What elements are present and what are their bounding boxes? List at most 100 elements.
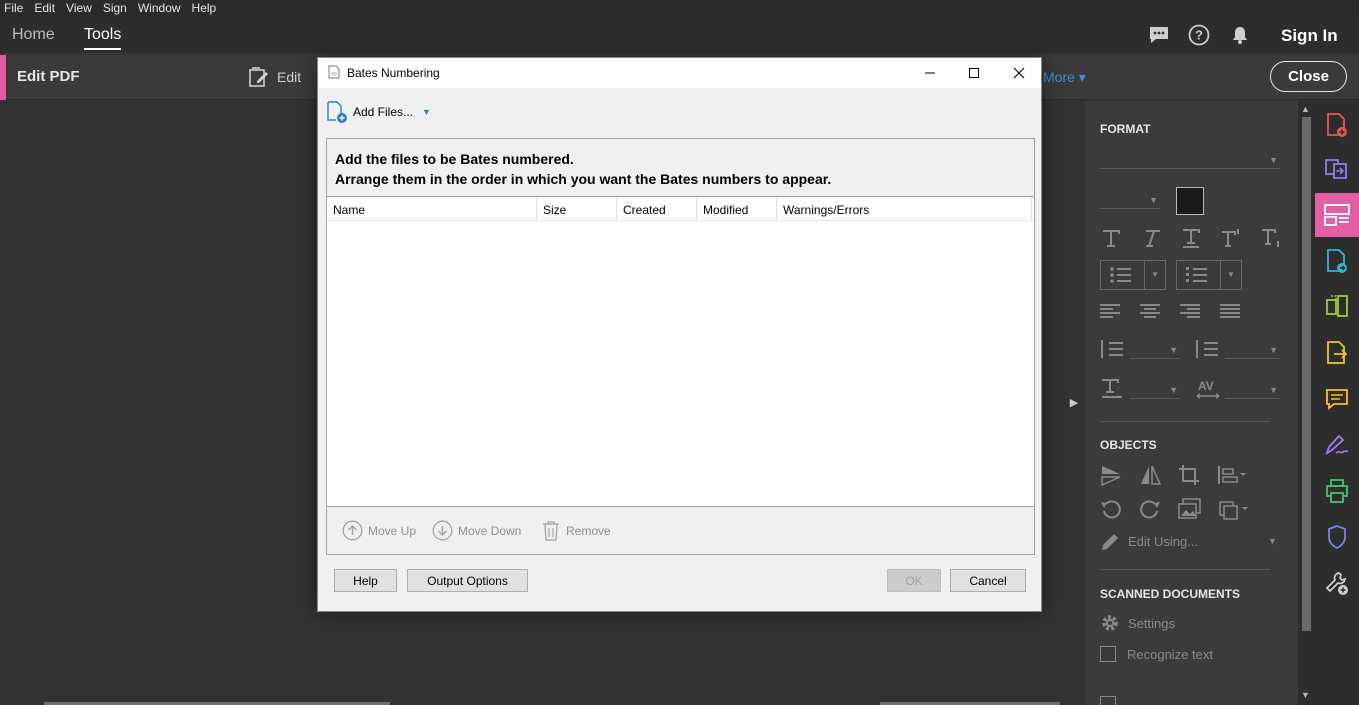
column-modified[interactable]: Modified xyxy=(697,197,777,221)
panel-collapse-arrow-icon[interactable]: ▶ xyxy=(1067,392,1081,412)
flip-vertical-icon[interactable] xyxy=(1100,464,1122,486)
edit-button[interactable]: Edit xyxy=(247,65,301,89)
divider xyxy=(1100,569,1270,570)
align-center-icon[interactable] xyxy=(1140,303,1160,319)
character-scale-dropdown[interactable]: ▼ xyxy=(1130,381,1180,399)
chevron-down-icon: ▼ xyxy=(1269,345,1278,355)
customize-tools[interactable] xyxy=(1315,561,1359,605)
font-size-dropdown[interactable]: ▼ xyxy=(1100,191,1160,209)
arrange-objects-icon[interactable] xyxy=(1217,464,1247,486)
alignment-row xyxy=(1100,303,1240,319)
chevron-down-icon: ▼ xyxy=(1169,385,1178,395)
scroll-up-icon[interactable]: ▲ xyxy=(1301,104,1310,114)
close-tool-button[interactable]: Close xyxy=(1270,61,1347,92)
rotate-clockwise-icon[interactable] xyxy=(1139,498,1161,520)
crop-icon[interactable] xyxy=(1178,464,1200,486)
menu-view[interactable]: View xyxy=(62,1,99,15)
export-pdf-icon xyxy=(1327,249,1347,273)
output-options-button[interactable]: Output Options xyxy=(407,569,528,592)
protect-tool[interactable] xyxy=(1315,515,1359,559)
move-down-button[interactable]: Move Down xyxy=(432,520,521,541)
paragraph-spacing-icon[interactable] xyxy=(1195,339,1219,359)
paragraph-spacing-dropdown[interactable]: ▼ xyxy=(1225,341,1280,359)
move-up-button[interactable]: Move Up xyxy=(342,520,416,541)
edit-using-dropdown[interactable]: Edit Using... ▼ xyxy=(1100,531,1280,553)
dialog-titlebar: Bates Numbering xyxy=(318,58,1041,88)
format-panel-scrollbar[interactable]: ▲ ▼ xyxy=(1298,101,1315,705)
file-list-table[interactable]: Name Size Created Modified Warnings/Erro… xyxy=(326,196,1035,507)
line-spacing-icon[interactable] xyxy=(1100,339,1124,359)
organize-pages-tool[interactable] xyxy=(1315,285,1359,329)
maximize-button[interactable] xyxy=(964,63,984,83)
add-files-label: Add Files... xyxy=(353,105,414,119)
close-dialog-button[interactable] xyxy=(1009,63,1029,83)
text-normal-icon[interactable] xyxy=(1100,227,1122,249)
menu-help[interactable]: Help xyxy=(188,1,224,15)
sign-in-button[interactable]: Sign In xyxy=(1281,26,1338,46)
scrollbar-thumb[interactable] xyxy=(1302,117,1311,631)
column-name[interactable]: Name xyxy=(327,197,537,221)
text-color-swatch[interactable] xyxy=(1176,187,1204,215)
help-button[interactable]: Help xyxy=(334,569,397,592)
export-pdf-tool[interactable] xyxy=(1315,239,1359,283)
text-subscript-icon[interactable] xyxy=(1260,227,1282,249)
recognize-text-option[interactable]: Recognize text xyxy=(1100,645,1213,663)
create-pdf-tool[interactable] xyxy=(1315,103,1359,147)
chat-icon[interactable] xyxy=(1148,24,1170,46)
character-scale-icon[interactable] xyxy=(1100,378,1124,400)
align-justify-icon[interactable] xyxy=(1220,303,1240,319)
text-italic-icon[interactable] xyxy=(1140,227,1162,249)
character-spacing-icon[interactable]: AV xyxy=(1195,378,1221,400)
menu-file[interactable]: File xyxy=(0,1,30,15)
rotate-counterclockwise-icon[interactable] xyxy=(1100,498,1122,520)
replace-image-icon[interactable] xyxy=(1178,498,1202,520)
additional-checkbox[interactable] xyxy=(1100,696,1116,705)
ok-button[interactable]: OK xyxy=(887,569,941,592)
text-underline-icon[interactable] xyxy=(1180,227,1202,249)
align-right-icon[interactable] xyxy=(1180,303,1200,319)
line-spacing-dropdown[interactable]: ▼ xyxy=(1130,341,1180,359)
cancel-button[interactable]: Cancel xyxy=(950,569,1026,592)
tab-home[interactable]: Home xyxy=(12,26,55,44)
menu-window[interactable]: Window xyxy=(134,1,188,15)
fill-sign-tool[interactable] xyxy=(1315,423,1359,467)
request-signatures-tool[interactable] xyxy=(1315,331,1359,375)
more-menu[interactable]: More ▾ xyxy=(1043,69,1086,86)
column-size[interactable]: Size xyxy=(537,197,617,221)
font-family-dropdown[interactable]: ▼ xyxy=(1100,151,1280,169)
text-superscript-icon[interactable] xyxy=(1220,227,1242,249)
remove-button[interactable]: Remove xyxy=(541,520,611,542)
scan-settings-button[interactable]: Settings xyxy=(1100,612,1175,634)
recognize-text-checkbox[interactable] xyxy=(1100,646,1116,662)
tab-tools[interactable]: Tools xyxy=(84,26,122,50)
scroll-down-icon[interactable]: ▼ xyxy=(1301,690,1310,700)
combine-files-tool[interactable] xyxy=(1315,147,1359,191)
minimize-button[interactable] xyxy=(920,63,940,83)
chevron-down-icon: ▼ xyxy=(1269,155,1278,165)
add-file-icon xyxy=(327,101,347,123)
chevron-down-icon: ▼ xyxy=(1268,536,1277,546)
flip-horizontal-icon[interactable] xyxy=(1139,464,1161,486)
numbered-list-dropdown[interactable]: ▼ xyxy=(1176,260,1242,290)
character-spacing-dropdown[interactable]: ▼ xyxy=(1225,381,1280,399)
comment-tool[interactable] xyxy=(1315,377,1359,421)
chevron-down-icon[interactable]: ▼ xyxy=(422,107,431,117)
divider xyxy=(1100,421,1270,422)
bell-icon[interactable] xyxy=(1229,24,1251,46)
combine-files-icon xyxy=(1325,159,1347,179)
column-created[interactable]: Created xyxy=(617,197,697,221)
menu-edit[interactable]: Edit xyxy=(30,1,62,15)
print-production-tool[interactable] xyxy=(1315,469,1359,513)
column-warnings-errors[interactable]: Warnings/Errors xyxy=(777,197,1032,221)
add-files-button[interactable]: Add Files... ▼ xyxy=(326,100,431,124)
edit-pdf-icon xyxy=(1324,204,1350,226)
send-document-icon xyxy=(1327,341,1348,364)
format-panel: FORMAT ▼ ▼ ▼ ▼ ▼ ▼ ▼ AV ▼ OBJECTS Edit U… xyxy=(1085,101,1298,705)
help-icon[interactable]: ? xyxy=(1188,24,1210,46)
menu-sign[interactable]: Sign xyxy=(99,1,134,15)
bullet-list-dropdown[interactable]: ▼ xyxy=(1100,260,1166,290)
edit-pdf-tool[interactable] xyxy=(1315,193,1359,237)
group-objects-icon[interactable] xyxy=(1219,498,1249,520)
format-section-title: FORMAT xyxy=(1100,122,1151,136)
align-left-icon[interactable] xyxy=(1100,303,1120,319)
